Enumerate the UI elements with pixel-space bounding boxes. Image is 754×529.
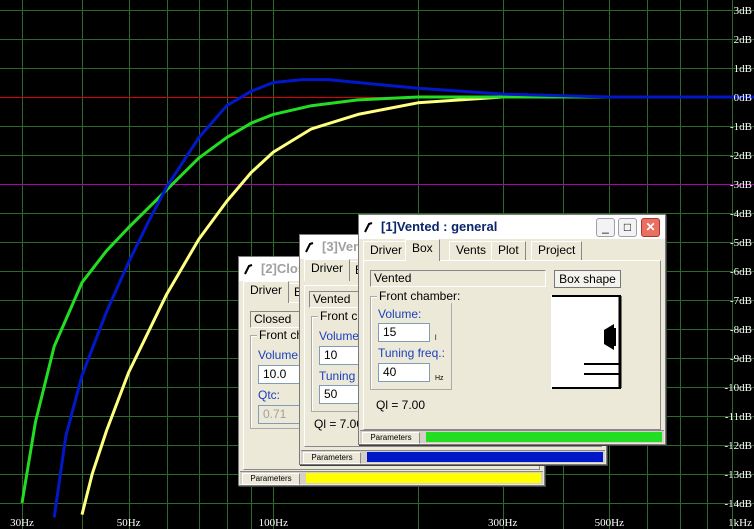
y-tick-label: 3dB <box>734 5 752 17</box>
ql-value: Ql = 7.00 <box>376 398 426 412</box>
qtc-label: Qtc: <box>258 388 281 402</box>
tuning-freq-input[interactable]: 40 <box>378 363 430 382</box>
vented-box-1-window[interactable]: [1]Vented : general _ □ ✕ Driver Box Ven… <box>358 214 666 445</box>
x-tick-label: 100Hz <box>259 517 288 529</box>
y-tick-label: -11dB <box>725 411 752 423</box>
y-tick-label: -9dB <box>730 353 752 365</box>
close-icon: ✕ <box>645 220 656 234</box>
tuning-freq-unit: Hz <box>435 375 444 382</box>
y-tick-label: -2dB <box>730 150 752 162</box>
y-tick-label: -5dB <box>730 237 752 249</box>
box-shape-button[interactable]: Box shape <box>554 270 621 288</box>
maximize-icon: □ <box>623 220 632 234</box>
y-tick-label: -10dB <box>725 382 753 394</box>
maximize-button[interactable]: □ <box>618 218 637 237</box>
window-title: [1]Vented : general <box>381 219 498 234</box>
status-bar: Parameters <box>240 471 543 485</box>
parameters-tab[interactable]: Parameters <box>242 473 300 485</box>
tuning-freq-label: Tuning freq.: <box>378 346 445 360</box>
tab-project[interactable]: Project <box>531 241 583 260</box>
box-tab-panel: Vented Box shape Front chamber: Volume: … <box>363 260 661 430</box>
status-color-bar <box>426 432 662 442</box>
tab-plot[interactable]: Plot <box>491 241 526 260</box>
x-tick-label: 1kHz <box>728 517 752 529</box>
y-tick-label: -3dB <box>730 179 752 191</box>
box-diagram <box>551 295 622 389</box>
y-tick-label: -6dB <box>730 266 752 278</box>
volume-unit: l <box>435 335 437 342</box>
front-chamber-group: Front chamber: Volume: 15 l Tuning freq.… <box>370 289 463 390</box>
y-tick-label: -1dB <box>730 121 752 133</box>
tab-driver[interactable]: Driver <box>363 241 409 260</box>
minimize-icon: _ <box>602 220 609 234</box>
y-tick-label: 0dB <box>734 92 752 104</box>
close-button[interactable]: ✕ <box>641 218 660 237</box>
tab-driver[interactable]: Driver <box>243 281 289 303</box>
x-tick-label: 500Hz <box>595 517 624 529</box>
x-tick-label: 30Hz <box>10 517 34 529</box>
y-tick-label: -13dB <box>725 469 753 481</box>
parameters-tab[interactable]: Parameters <box>303 452 361 464</box>
group-title: Front chamber: <box>377 289 463 303</box>
app-icon <box>364 222 373 233</box>
y-tick-label: -7dB <box>730 295 752 307</box>
volume-label: Volume: <box>378 307 422 321</box>
y-tick-label: -12dB <box>725 440 753 452</box>
status-color-bar <box>306 473 541 483</box>
ql-value: Ql = 7.00 <box>314 417 364 431</box>
x-tick-label: 50Hz <box>117 517 141 529</box>
app-icon <box>305 242 314 253</box>
tab-driver[interactable]: Driver <box>304 259 350 281</box>
x-axis-labels: 30Hz 50Hz 100Hz 300Hz 500Hz 1kHz <box>10 517 752 529</box>
parameters-tab[interactable]: Parameters <box>362 432 420 444</box>
title-bar[interactable]: [1]Vented : general _ □ ✕ <box>359 215 665 239</box>
status-bar: Parameters <box>301 450 605 464</box>
y-tick-label: -14dB <box>725 498 753 510</box>
volume-label: Volume: <box>258 348 302 362</box>
volume-label: Volume: <box>319 329 363 343</box>
volume-input[interactable]: 15 <box>378 323 430 342</box>
x-tick-label: 300Hz <box>488 517 517 529</box>
app-icon <box>244 264 253 275</box>
y-tick-label: 1dB <box>734 63 752 75</box>
box-type-field: Vented <box>370 270 546 287</box>
y-tick-label: -4dB <box>730 208 752 220</box>
status-bar: Parameters <box>360 430 664 444</box>
y-axis-labels: 3dB 2dB 1dB 0dB -1dB -2dB -3dB -4dB -5dB -6dB -7dB… <box>725 5 753 510</box>
minimize-button[interactable]: _ <box>596 218 615 237</box>
tab-box[interactable]: Box <box>405 239 440 261</box>
tab-vents[interactable]: Vents <box>449 241 494 260</box>
status-color-bar <box>367 452 603 462</box>
y-tick-label: 2dB <box>734 34 752 46</box>
y-tick-label: -8dB <box>730 324 752 336</box>
